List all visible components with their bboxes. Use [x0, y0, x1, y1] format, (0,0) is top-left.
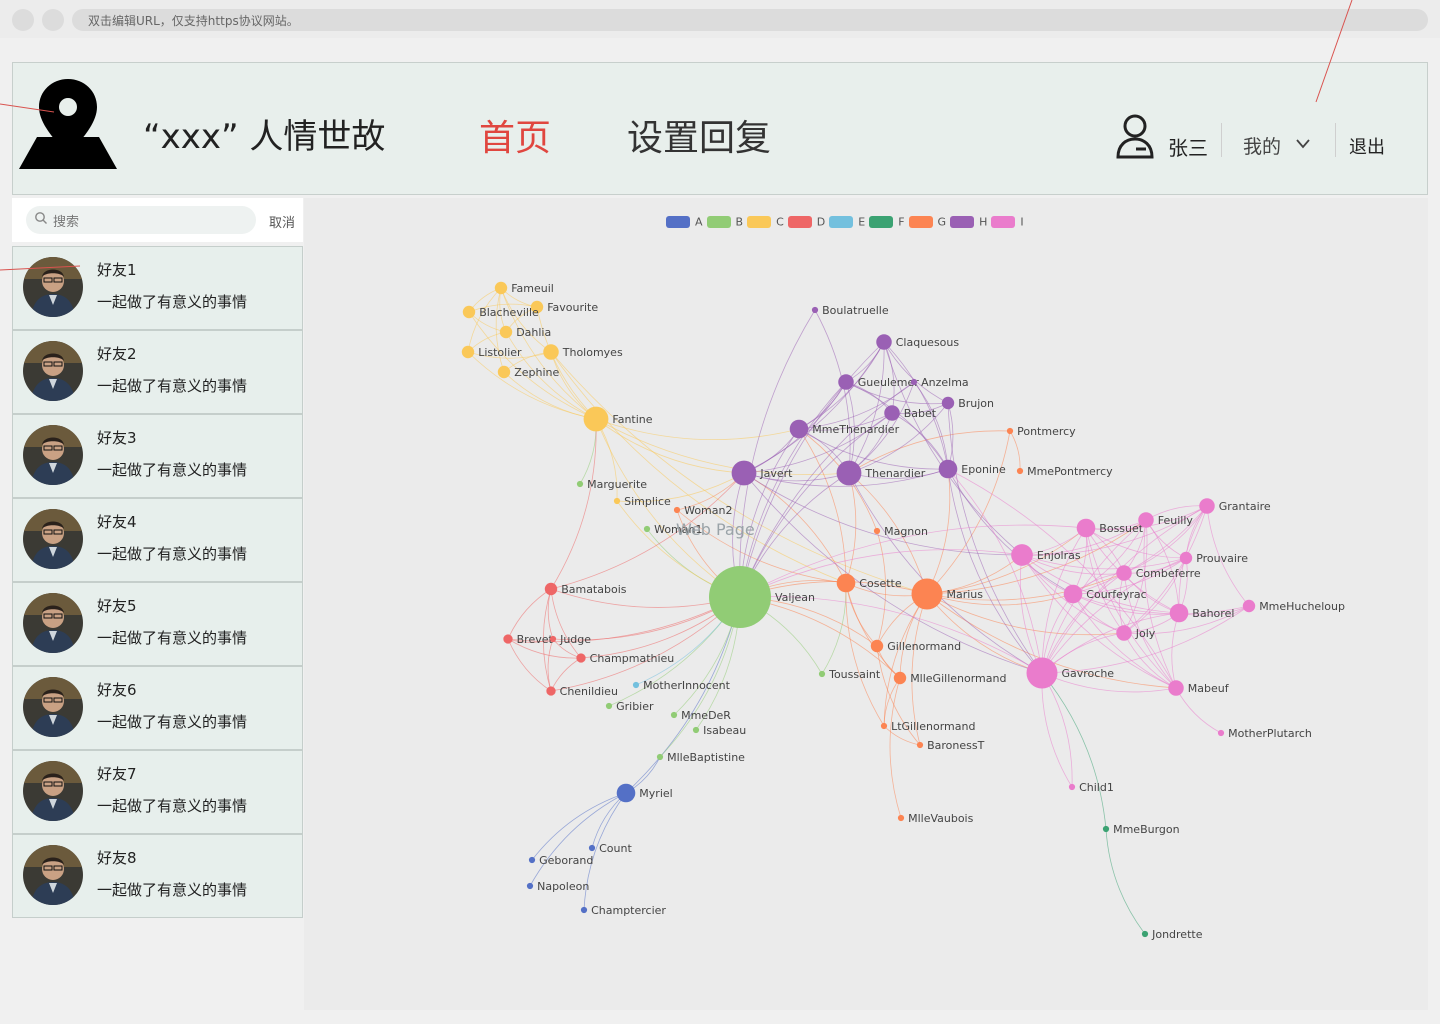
- annotation-lines: [0, 0, 1353, 271]
